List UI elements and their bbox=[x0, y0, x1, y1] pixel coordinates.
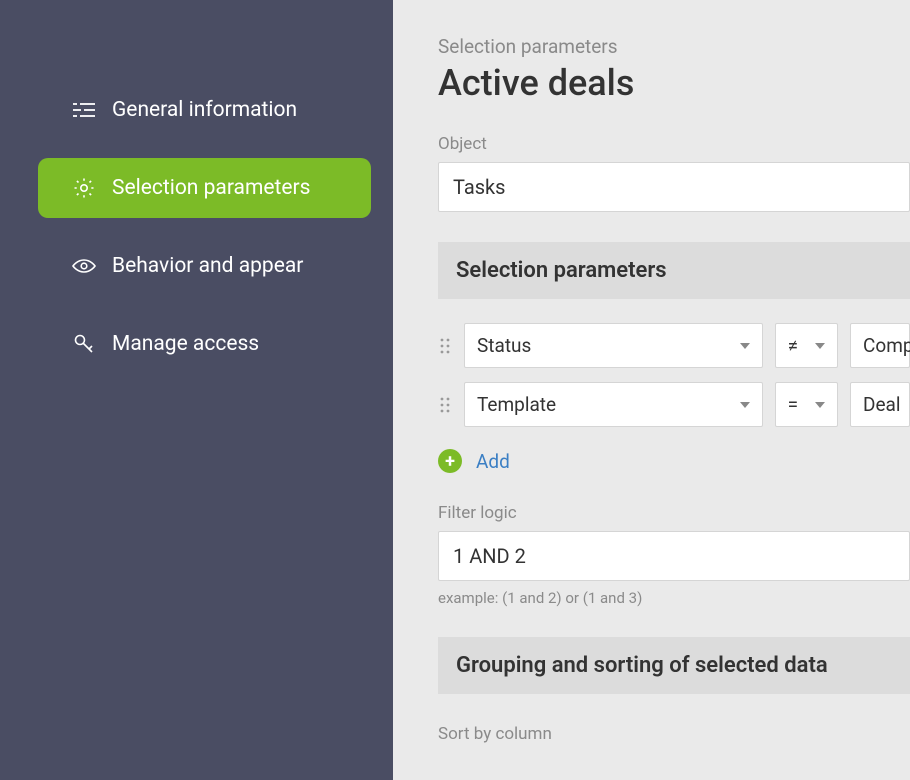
filter-value-select[interactable]: Comp bbox=[850, 323, 910, 368]
grouping-section-header: Grouping and sorting of selected data bbox=[438, 637, 910, 694]
sidebar: General information Selection parameters… bbox=[0, 0, 393, 780]
chevron-down-icon bbox=[740, 402, 750, 408]
gear-icon bbox=[72, 176, 96, 200]
sidebar-item-label: Manage access bbox=[112, 332, 259, 356]
sidebar-item-behavior-appear[interactable]: Behavior and appear bbox=[38, 236, 371, 296]
main-content: Selection parameters Active deals Object… bbox=[393, 0, 910, 780]
plus-icon: + bbox=[438, 449, 462, 473]
breadcrumb: Selection parameters bbox=[438, 35, 910, 58]
sidebar-item-label: General information bbox=[112, 98, 297, 122]
key-icon bbox=[72, 332, 96, 356]
add-button[interactable]: + Add bbox=[438, 449, 910, 473]
object-value: Tasks bbox=[453, 175, 506, 199]
filter-row: Template = Deal bbox=[438, 382, 910, 427]
filter-field-select[interactable]: Template bbox=[464, 382, 763, 427]
drag-handle-icon[interactable] bbox=[438, 395, 452, 415]
filter-logic-label: Filter logic bbox=[438, 503, 910, 523]
list-icon bbox=[72, 98, 96, 122]
sidebar-item-label: Selection parameters bbox=[112, 176, 310, 200]
add-label: Add bbox=[476, 450, 510, 473]
eye-icon bbox=[72, 254, 96, 278]
page-title: Active deals bbox=[438, 62, 910, 104]
filter-operator-value: = bbox=[788, 393, 798, 416]
object-input[interactable]: Tasks bbox=[438, 162, 910, 212]
filter-value-select[interactable]: Deal bbox=[850, 382, 910, 427]
filter-operator-select[interactable]: ≠ bbox=[775, 323, 838, 368]
sidebar-item-manage-access[interactable]: Manage access bbox=[38, 314, 371, 374]
filter-value-text: Comp bbox=[863, 334, 910, 357]
chevron-down-icon bbox=[815, 343, 825, 349]
selection-section-header: Selection parameters bbox=[438, 242, 910, 299]
filter-field-value: Status bbox=[477, 334, 531, 357]
sidebar-item-label: Behavior and appear bbox=[112, 254, 303, 278]
filter-operator-value: ≠ bbox=[788, 334, 798, 357]
filter-operator-select[interactable]: = bbox=[775, 382, 838, 427]
filter-value-text: Deal bbox=[863, 393, 901, 416]
filter-logic-input[interactable]: 1 AND 2 bbox=[438, 531, 910, 581]
sidebar-item-general-information[interactable]: General information bbox=[38, 80, 371, 140]
filter-logic-hint: example: (1 and 2) or (1 and 3) bbox=[438, 589, 910, 607]
filter-logic-value: 1 AND 2 bbox=[453, 544, 526, 568]
sidebar-item-selection-parameters[interactable]: Selection parameters bbox=[38, 158, 371, 218]
sort-label: Sort by column bbox=[438, 724, 910, 744]
filter-field-select[interactable]: Status bbox=[464, 323, 763, 368]
object-label: Object bbox=[438, 134, 910, 154]
filter-field-value: Template bbox=[477, 393, 556, 416]
chevron-down-icon bbox=[815, 402, 825, 408]
drag-handle-icon[interactable] bbox=[438, 336, 452, 356]
filter-row: Status ≠ Comp bbox=[438, 323, 910, 368]
chevron-down-icon bbox=[740, 343, 750, 349]
